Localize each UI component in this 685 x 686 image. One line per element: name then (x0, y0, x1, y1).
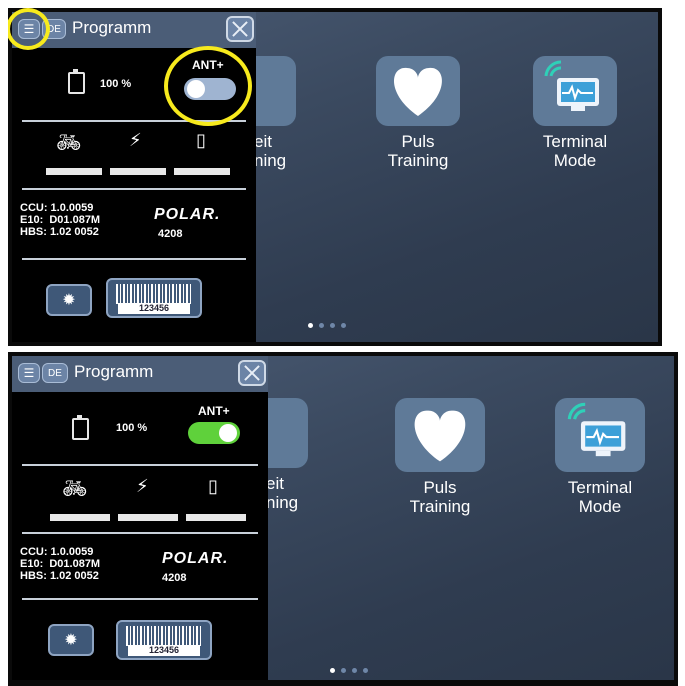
heart-icon (376, 56, 460, 126)
divider (22, 258, 246, 260)
version-info: CCU: 1.0.0059 E10: D01.087M HBS: 1.02 00… (20, 546, 101, 582)
charging-icon: ⚡︎ (136, 476, 149, 496)
divider (22, 120, 246, 122)
ant-label: ANT+ (192, 58, 224, 72)
program-side-panel: ☰ DE Programm 100 % ANT+ 🚲︎ ⚡︎ ▯ CCU: 1.… (12, 356, 268, 680)
program-side-panel: ☰ DE Programm 100 % ANT+ 🚲︎ ⚡︎ ▯ CCU: 1.… (12, 12, 256, 342)
divider (22, 464, 258, 466)
device-status-bar (46, 168, 102, 175)
heart-icon (395, 398, 485, 472)
close-icon[interactable] (238, 360, 266, 386)
bulb-icon (266, 398, 308, 468)
tile-partial[interactable]: eit ning (266, 398, 308, 512)
monitor-icon (555, 398, 645, 472)
tile-terminal-label: Terminal Mode (542, 132, 608, 170)
battery-icon (72, 415, 89, 440)
tile-puls-training[interactable]: Puls Training (390, 398, 490, 516)
barcode-button[interactable]: 123456 (116, 620, 212, 660)
phone-icon: ▯ (196, 130, 206, 150)
barcode-button[interactable]: 123456 (106, 278, 202, 318)
tile-puls-training[interactable]: Puls Training (372, 56, 464, 170)
device-status-bar (174, 168, 230, 175)
screenshot-bottom: eit ning Puls Training Terminal Mode ☰ D… (8, 352, 678, 686)
gear-icon: ✹ (62, 292, 76, 309)
phone-icon: ▯ (208, 476, 218, 496)
battery-percent: 100 % (100, 78, 132, 90)
page-dot-active[interactable] (330, 668, 335, 673)
device-status-bar (186, 514, 246, 521)
divider (22, 532, 258, 534)
device-status-bar (50, 514, 110, 521)
polar-logo: POLAR. (162, 550, 229, 567)
settings-button[interactable]: ✹ (48, 624, 94, 656)
tile-partial-label: eit ning (266, 474, 299, 512)
tile-puls-label: Puls Training (409, 478, 471, 516)
tile-terminal-label: Terminal Mode (567, 478, 633, 516)
page-dot[interactable] (319, 323, 324, 328)
menu-button[interactable]: ☰ (18, 19, 40, 39)
menu-icon: ☰ (23, 366, 35, 380)
language-label: DE (48, 367, 62, 379)
monitor-icon (533, 56, 617, 126)
polar-code: 4208 (158, 228, 183, 240)
ant-label: ANT+ (198, 404, 230, 418)
bike-icon: 🚲︎ (56, 132, 82, 154)
barcode-icon (126, 626, 202, 646)
close-icon[interactable] (226, 16, 254, 42)
divider (22, 188, 246, 190)
page-dot[interactable] (341, 323, 346, 328)
page-indicator[interactable] (330, 668, 368, 673)
tile-puls-label: Puls Training (387, 132, 449, 170)
ant-toggle[interactable] (184, 78, 236, 100)
panel-header: ☰ DE Programm (12, 356, 268, 392)
toggle-knob (187, 80, 205, 98)
page-indicator[interactable] (308, 323, 346, 328)
version-info: CCU: 1.0.0059 E10: D01.087M HBS: 1.02 00… (20, 202, 101, 238)
page-dot[interactable] (352, 668, 357, 673)
panel-title: Programm (72, 18, 152, 37)
charging-icon: ⚡︎ (129, 130, 142, 150)
gear-icon: ✹ (64, 632, 78, 649)
settings-button[interactable]: ✹ (46, 284, 92, 316)
bike-icon: 🚲︎ (62, 478, 88, 500)
page-dot-active[interactable] (308, 323, 313, 328)
tile-terminal-mode[interactable]: Terminal Mode (523, 56, 627, 170)
page-dot[interactable] (330, 323, 335, 328)
device-status-bar (118, 514, 178, 521)
polar-logo: POLAR. (154, 206, 221, 223)
tile-terminal-mode[interactable]: Terminal Mode (548, 398, 652, 516)
menu-button[interactable]: ☰ (18, 363, 40, 383)
language-button[interactable]: DE (42, 363, 68, 383)
bulb-icon (254, 56, 296, 126)
panel-header: ☰ DE Programm (12, 12, 256, 48)
ant-toggle[interactable] (188, 422, 240, 444)
panel-title: Programm (74, 362, 154, 381)
device-status-bar (110, 168, 166, 175)
divider (22, 598, 258, 600)
barcode-number: 123456 (128, 645, 200, 656)
menu-icon: ☰ (23, 22, 35, 36)
page-dot[interactable] (363, 668, 368, 673)
tile-partial-label: eit ning (254, 132, 287, 170)
language-button[interactable]: DE (42, 19, 66, 39)
page-dot[interactable] (341, 668, 346, 673)
toggle-knob (219, 424, 237, 442)
screenshot-top: eit ning Puls Training Terminal Mode ☰ D… (8, 8, 662, 346)
polar-code: 4208 (162, 572, 187, 584)
barcode-icon (116, 284, 192, 304)
language-label: DE (47, 23, 61, 35)
battery-icon (68, 69, 85, 94)
battery-percent: 100 % (116, 422, 148, 434)
tile-partial[interactable]: eit ning (254, 56, 296, 170)
barcode-number: 123456 (118, 303, 190, 314)
